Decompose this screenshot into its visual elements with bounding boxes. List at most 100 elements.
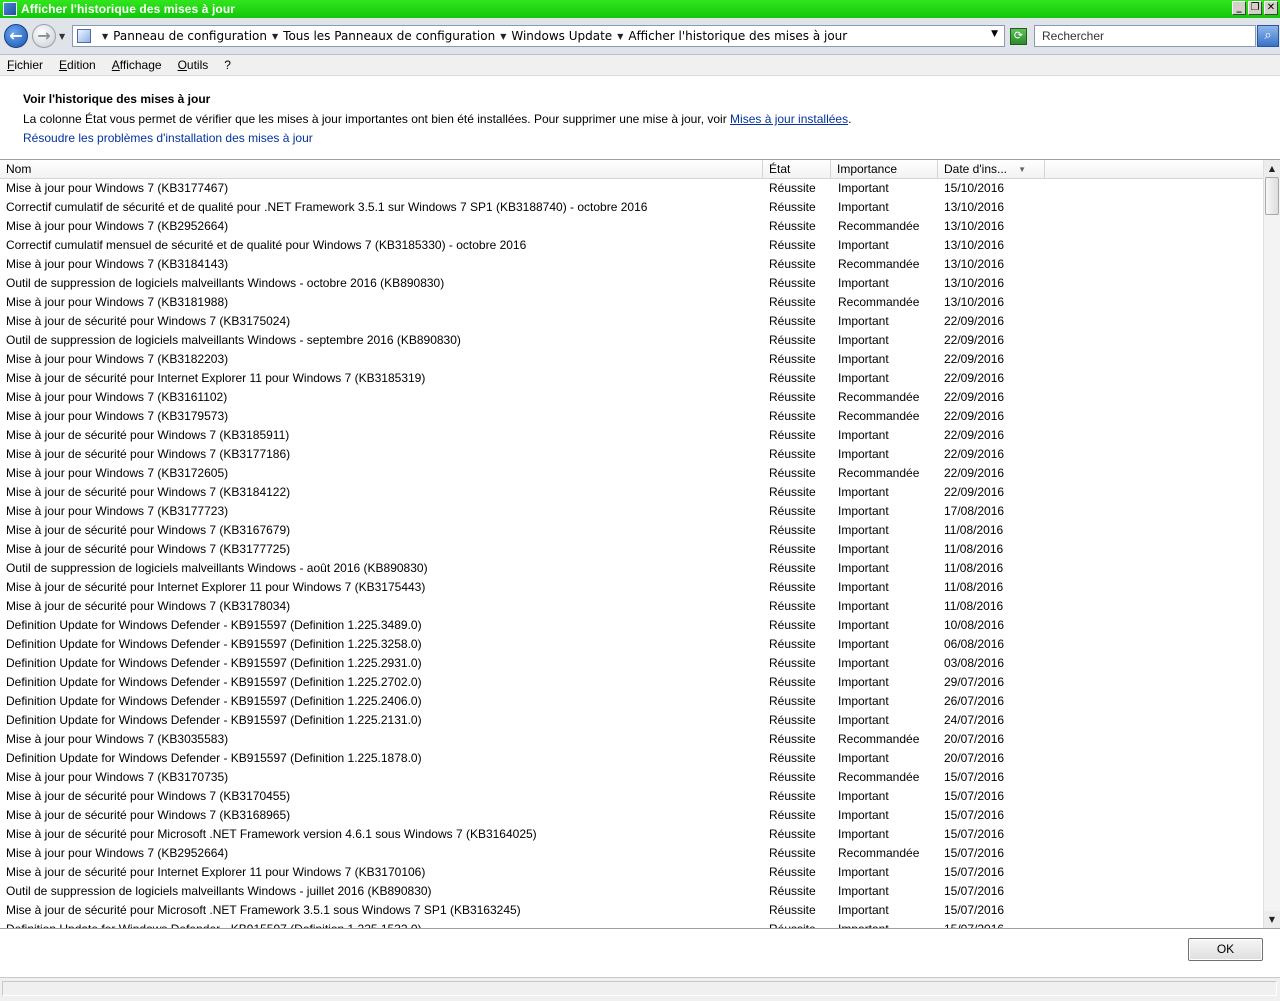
table-row[interactable]: Correctif cumulatif mensuel de sécurité … bbox=[0, 236, 1263, 255]
table-row[interactable]: Mise à jour de sécurité pour Internet Ex… bbox=[0, 578, 1263, 597]
table-row[interactable]: Mise à jour pour Windows 7 (KB3177467) Ré… bbox=[0, 179, 1263, 198]
menu-fichier[interactable]: Fichier bbox=[7, 58, 43, 72]
menu-help[interactable]: ? bbox=[224, 58, 231, 72]
cell-state: Réussite bbox=[769, 884, 816, 898]
cell-state: Réussite bbox=[769, 770, 816, 784]
history-dropdown-icon[interactable]: ▼ bbox=[59, 32, 65, 41]
update-history-list[interactable]: Nom État Importance Date d'ins... ▼ Mise… bbox=[0, 159, 1280, 929]
chevron-right-icon[interactable]: ▼ bbox=[102, 32, 108, 41]
cell-state: Réussite bbox=[769, 485, 816, 499]
table-row[interactable]: Mise à jour pour Windows 7 (KB2952664) Ré… bbox=[0, 844, 1263, 863]
table-row[interactable]: Mise à jour pour Windows 7 (KB3179573) Ré… bbox=[0, 407, 1263, 426]
chevron-right-icon[interactable]: ▼ bbox=[272, 32, 278, 41]
table-row[interactable]: Definition Update for Windows Defender -… bbox=[0, 616, 1263, 635]
table-row[interactable]: Definition Update for Windows Defender -… bbox=[0, 711, 1263, 730]
table-row[interactable]: Mise à jour de sécurité pour Windows 7 (… bbox=[0, 540, 1263, 559]
cell-importance: Important bbox=[838, 694, 889, 708]
search-icon[interactable]: ⌕ bbox=[1257, 25, 1279, 47]
cell-importance: Recommandée bbox=[838, 466, 920, 480]
chevron-right-icon[interactable]: ▼ bbox=[500, 32, 506, 41]
table-row[interactable]: Correctif cumulatif de sécurité et de qu… bbox=[0, 198, 1263, 217]
table-row[interactable]: Mise à jour pour Windows 7 (KB3170735) Ré… bbox=[0, 768, 1263, 787]
table-row[interactable]: Definition Update for Windows Defender -… bbox=[0, 635, 1263, 654]
table-row[interactable]: Mise à jour de sécurité pour Windows 7 (… bbox=[0, 521, 1263, 540]
scroll-up-icon[interactable]: ▲ bbox=[1264, 160, 1280, 177]
table-row[interactable]: Mise à jour de sécurité pour Windows 7 (… bbox=[0, 426, 1263, 445]
cell-importance: Important bbox=[838, 751, 889, 765]
cell-date: 26/07/2016 bbox=[944, 694, 1005, 708]
address-bar[interactable]: ▼ Panneau de configuration ▼ Tous les Pa… bbox=[72, 25, 1005, 47]
table-row[interactable]: Outil de suppression de logiciels malvei… bbox=[0, 274, 1263, 293]
column-header-importance[interactable]: Importance bbox=[831, 160, 938, 178]
table-row[interactable]: Definition Update for Windows Defender -… bbox=[0, 692, 1263, 711]
vertical-scrollbar[interactable]: ▲ ▼ bbox=[1263, 160, 1280, 928]
search-input[interactable]: Rechercher bbox=[1034, 25, 1256, 47]
breadcrumb-item[interactable]: Panneau de configuration bbox=[113, 29, 267, 43]
ok-button[interactable]: OK bbox=[1188, 938, 1263, 961]
cell-state: Réussite bbox=[769, 903, 816, 917]
table-row[interactable]: Definition Update for Windows Defender -… bbox=[0, 654, 1263, 673]
table-row[interactable]: Mise à jour de sécurité pour Microsoft .… bbox=[0, 825, 1263, 844]
window-title: Afficher l'historique des mises à jour bbox=[21, 2, 236, 16]
cell-state: Réussite bbox=[769, 808, 816, 822]
installed-updates-link[interactable]: Mises à jour installées bbox=[730, 112, 848, 126]
column-header-state[interactable]: État bbox=[763, 160, 831, 178]
table-row[interactable]: Outil de suppression de logiciels malvei… bbox=[0, 559, 1263, 578]
table-row[interactable]: Mise à jour de sécurité pour Windows 7 (… bbox=[0, 445, 1263, 464]
forward-arrow-icon[interactable]: → bbox=[32, 24, 56, 48]
breadcrumb-item[interactable]: Windows Update bbox=[511, 29, 612, 43]
table-row[interactable]: Outil de suppression de logiciels malvei… bbox=[0, 882, 1263, 901]
scroll-thumb[interactable] bbox=[1265, 177, 1279, 215]
table-row[interactable]: Mise à jour de sécurité pour Microsoft .… bbox=[0, 901, 1263, 920]
menu-affichage[interactable]: Affichage bbox=[112, 58, 162, 72]
cell-state: Réussite bbox=[769, 238, 816, 252]
column-header-date[interactable]: Date d'ins... ▼ bbox=[938, 160, 1045, 178]
cell-importance: Important bbox=[838, 865, 889, 879]
table-row[interactable]: Mise à jour de sécurité pour Windows 7 (… bbox=[0, 312, 1263, 331]
cell-date: 11/08/2016 bbox=[944, 523, 1004, 537]
menu-edition[interactable]: Edition bbox=[59, 58, 96, 72]
menu-outils[interactable]: Outils bbox=[178, 58, 209, 72]
table-row[interactable]: Mise à jour pour Windows 7 (KB3182203) Ré… bbox=[0, 350, 1263, 369]
address-dropdown-icon[interactable]: ▼ bbox=[991, 29, 998, 39]
table-row[interactable]: Mise à jour pour Windows 7 (KB2952664) Ré… bbox=[0, 217, 1263, 236]
table-row[interactable]: Mise à jour pour Windows 7 (KB3035583) Ré… bbox=[0, 730, 1263, 749]
refresh-icon[interactable]: ⟳ bbox=[1010, 28, 1027, 45]
table-row[interactable]: Mise à jour pour Windows 7 (KB3172605) Ré… bbox=[0, 464, 1263, 483]
cell-name: Mise à jour de sécurité pour Microsoft .… bbox=[6, 903, 521, 917]
table-row[interactable]: Definition Update for Windows Defender -… bbox=[0, 920, 1263, 928]
cell-importance: Recommandée bbox=[838, 732, 920, 746]
table-row[interactable]: Definition Update for Windows Defender -… bbox=[0, 749, 1263, 768]
table-row[interactable]: Mise à jour pour Windows 7 (KB3181988) Ré… bbox=[0, 293, 1263, 312]
minimize-button[interactable]: _ bbox=[1232, 1, 1246, 15]
scroll-down-icon[interactable]: ▼ bbox=[1264, 911, 1280, 928]
table-row[interactable]: Mise à jour de sécurité pour Windows 7 (… bbox=[0, 483, 1263, 502]
cell-date: 22/09/2016 bbox=[944, 428, 1005, 442]
troubleshoot-link[interactable]: Résoudre les problèmes d'installation de… bbox=[23, 131, 313, 145]
cell-importance: Important bbox=[838, 238, 889, 252]
breadcrumb-item[interactable]: Afficher l'historique des mises à jour bbox=[628, 29, 847, 43]
table-row[interactable]: Mise à jour de sécurité pour Windows 7 (… bbox=[0, 597, 1263, 616]
cell-importance: Important bbox=[838, 181, 889, 195]
table-row[interactable]: Outil de suppression de logiciels malvei… bbox=[0, 331, 1263, 350]
cell-date: 22/09/2016 bbox=[944, 352, 1005, 366]
chevron-right-icon[interactable]: ▼ bbox=[617, 32, 623, 41]
table-row[interactable]: Mise à jour de sécurité pour Windows 7 (… bbox=[0, 787, 1263, 806]
close-button[interactable]: ✕ bbox=[1264, 1, 1278, 15]
table-row[interactable]: Mise à jour de sécurité pour Internet Ex… bbox=[0, 863, 1263, 882]
column-header-name[interactable]: Nom bbox=[0, 160, 763, 178]
table-row[interactable]: Mise à jour de sécurité pour Internet Ex… bbox=[0, 369, 1263, 388]
cell-importance: Important bbox=[838, 485, 889, 499]
table-row[interactable]: Mise à jour pour Windows 7 (KB3184143) Ré… bbox=[0, 255, 1263, 274]
table-row[interactable]: Mise à jour pour Windows 7 (KB3177723) Ré… bbox=[0, 502, 1263, 521]
cell-name: Mise à jour pour Windows 7 (KB3172605) bbox=[6, 466, 229, 480]
table-row[interactable]: Mise à jour pour Windows 7 (KB3161102) Ré… bbox=[0, 388, 1263, 407]
cell-date: 11/08/2016 bbox=[944, 580, 1004, 594]
table-row[interactable]: Definition Update for Windows Defender -… bbox=[0, 673, 1263, 692]
maximize-button[interactable]: ❐ bbox=[1248, 1, 1262, 15]
cell-date: 15/07/2016 bbox=[944, 789, 1005, 803]
table-row[interactable]: Mise à jour de sécurité pour Windows 7 (… bbox=[0, 806, 1263, 825]
cell-date: 10/08/2016 bbox=[944, 618, 1005, 632]
breadcrumb-item[interactable]: Tous les Panneaux de configuration bbox=[283, 29, 495, 43]
back-arrow-icon[interactable]: ← bbox=[4, 24, 28, 48]
